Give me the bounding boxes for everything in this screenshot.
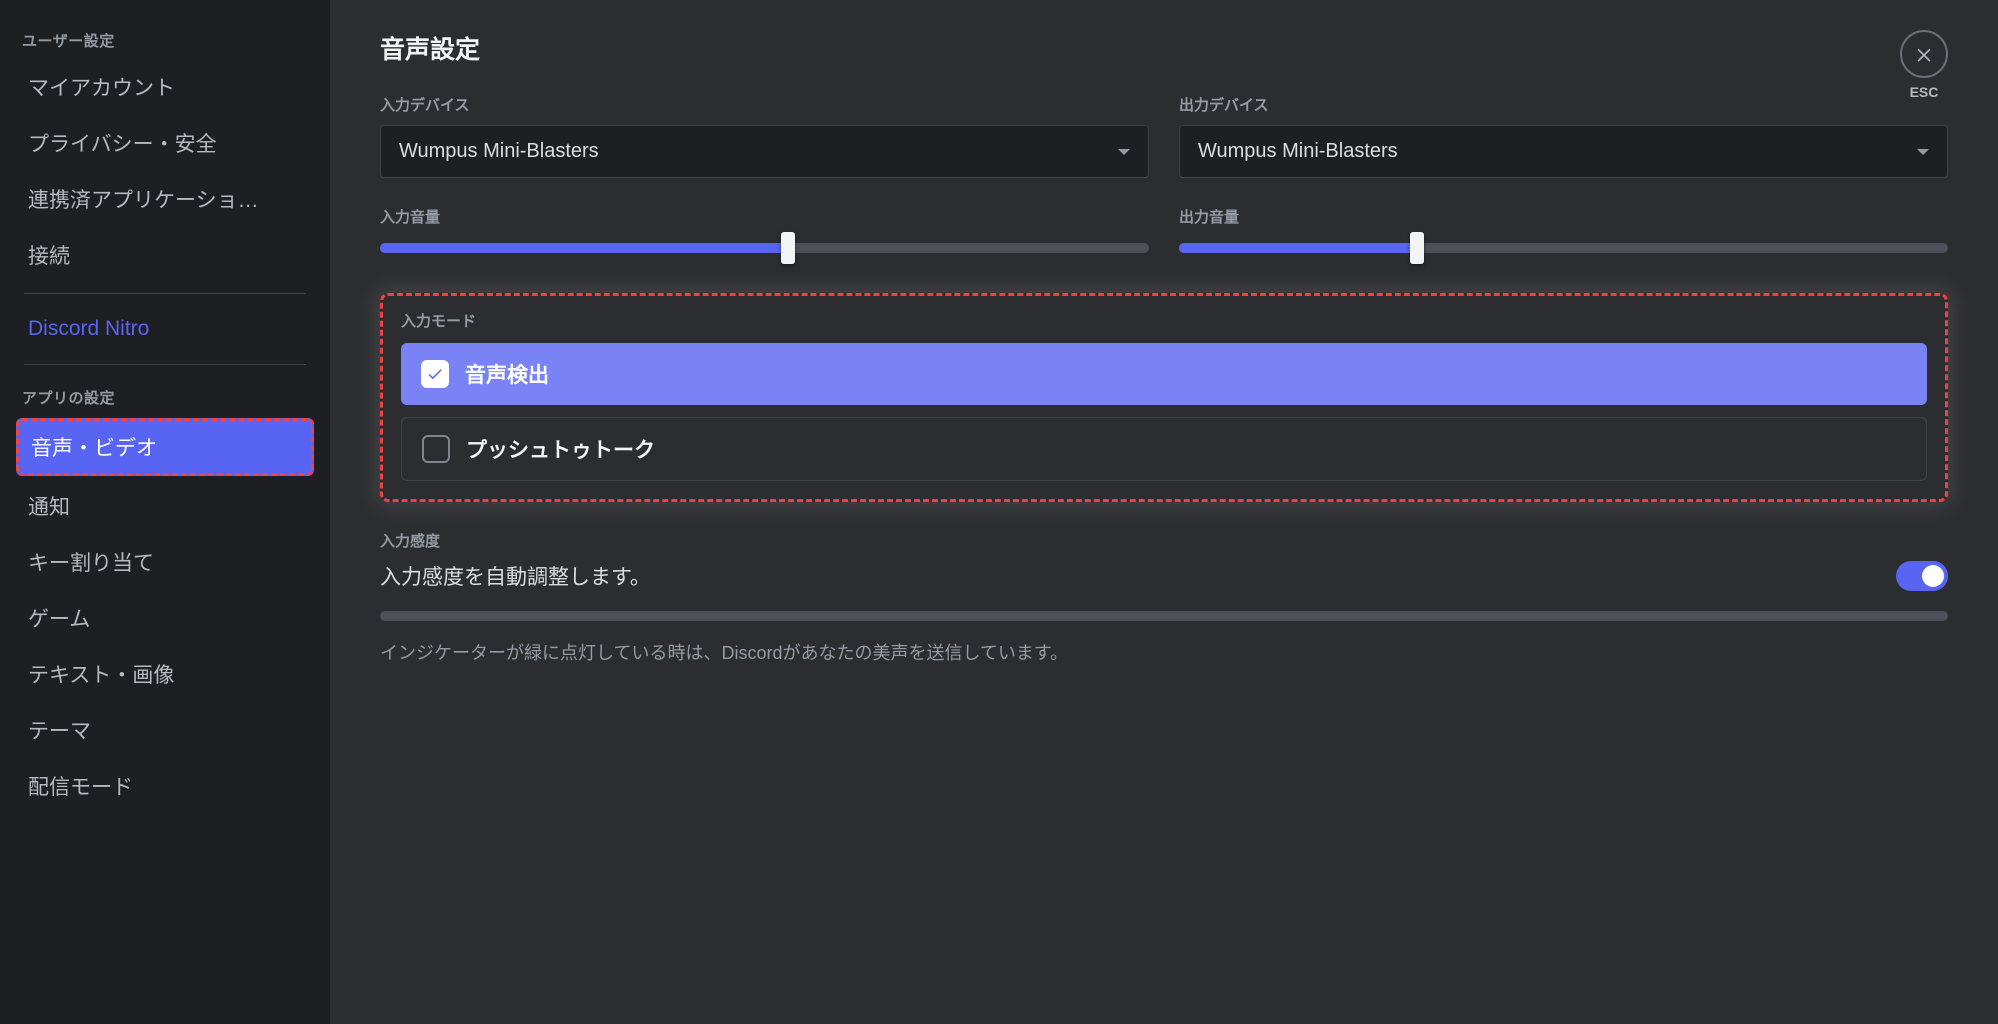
close-label: ESC: [1900, 84, 1948, 100]
input-mode-voice-activity[interactable]: 音声検出: [401, 343, 1927, 405]
divider: [24, 293, 306, 294]
sidebar-item-voice-video[interactable]: 音声・ビデオ: [16, 418, 314, 476]
sidebar-category-app: アプリの設定: [10, 377, 320, 414]
sidebar-item-authorized-apps[interactable]: 連携済アプリケーショ…: [16, 173, 314, 225]
slider-thumb[interactable]: [781, 232, 795, 264]
settings-sidebar: ユーザー設定 マイアカウント プライバシー・安全 連携済アプリケーショ… 接続 …: [0, 0, 330, 1024]
settings-content: ESC 音声設定 入力デバイス Wumpus Mini-Blasters 出力デ…: [330, 0, 1998, 1024]
auto-sensitivity-desc: 入力感度を自動調整します。: [380, 561, 651, 591]
chevron-down-icon: [1917, 149, 1929, 155]
toggle-knob: [1922, 565, 1944, 587]
page-title: 音声設定: [380, 30, 1948, 66]
sensitivity-indicator-bar: [380, 611, 1948, 621]
chevron-down-icon: [1118, 149, 1130, 155]
option-label: 音声検出: [465, 359, 549, 389]
sidebar-item-streamer-mode[interactable]: 配信モード: [16, 760, 314, 812]
sidebar-item-my-account[interactable]: マイアカウント: [16, 61, 314, 113]
input-device-value: Wumpus Mini-Blasters: [399, 140, 599, 163]
output-device-label: 出力デバイス: [1179, 94, 1948, 115]
input-mode-section: 入力モード 音声検出 プッシュトゥトーク: [380, 293, 1948, 502]
sidebar-item-notifications[interactable]: 通知: [16, 480, 314, 532]
sidebar-item-games[interactable]: ゲーム: [16, 592, 314, 644]
sensitivity-hint: インジケーターが緑に点灯している時は、Discordがあなたの美声を送信していま…: [380, 639, 1948, 665]
sidebar-item-keybinds[interactable]: キー割り当て: [16, 536, 314, 588]
input-mode-label: 入力モード: [401, 310, 1927, 331]
input-device-label: 入力デバイス: [380, 94, 1149, 115]
output-volume-slider[interactable]: [1179, 243, 1948, 253]
input-sensitivity-label: 入力感度: [380, 530, 1948, 551]
sidebar-item-appearance[interactable]: テーマ: [16, 704, 314, 756]
divider: [24, 364, 306, 365]
checkbox-unchecked-icon: [422, 435, 450, 463]
input-mode-push-to-talk[interactable]: プッシュトゥトーク: [401, 417, 1927, 481]
output-device-select[interactable]: Wumpus Mini-Blasters: [1179, 125, 1948, 178]
input-volume-slider[interactable]: [380, 243, 1149, 253]
close-icon: [1900, 30, 1948, 78]
sidebar-item-privacy[interactable]: プライバシー・安全: [16, 117, 314, 169]
sidebar-item-text-images[interactable]: テキスト・画像: [16, 648, 314, 700]
option-label: プッシュトゥトーク: [466, 434, 655, 464]
input-volume-label: 入力音量: [380, 206, 1149, 227]
sidebar-item-connections[interactable]: 接続: [16, 229, 314, 281]
checkbox-checked-icon: [421, 360, 449, 388]
input-device-select[interactable]: Wumpus Mini-Blasters: [380, 125, 1149, 178]
close-button[interactable]: ESC: [1900, 30, 1948, 100]
output-device-value: Wumpus Mini-Blasters: [1198, 140, 1398, 163]
output-volume-label: 出力音量: [1179, 206, 1948, 227]
slider-thumb[interactable]: [1410, 232, 1424, 264]
input-sensitivity-section: 入力感度 入力感度を自動調整します。 インジケーターが緑に点灯している時は、Di…: [380, 530, 1948, 665]
auto-sensitivity-toggle[interactable]: [1896, 561, 1948, 591]
sidebar-category-user: ユーザー設定: [10, 20, 320, 57]
sidebar-item-nitro[interactable]: Discord Nitro: [16, 306, 314, 352]
